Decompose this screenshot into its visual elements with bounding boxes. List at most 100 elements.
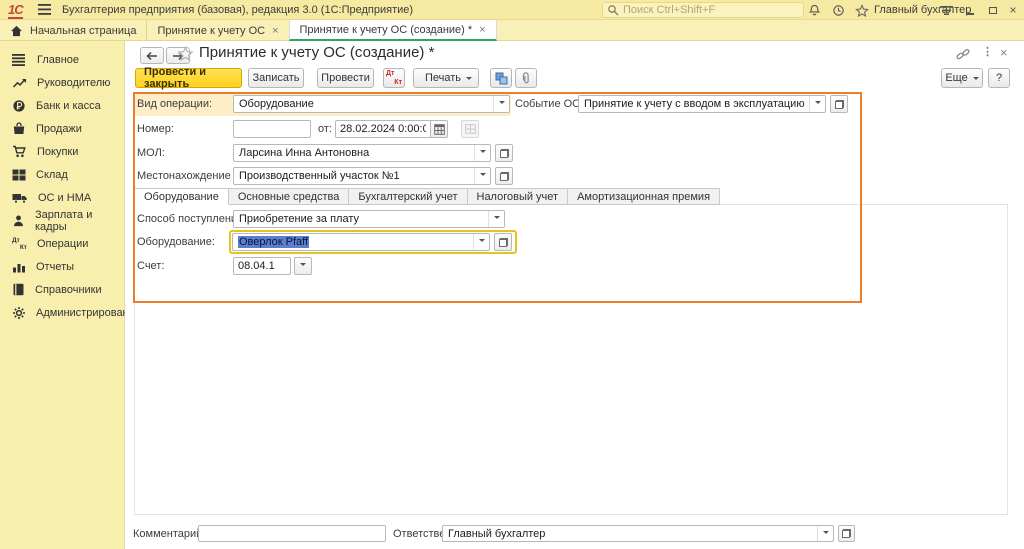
mol-open-button[interactable] (495, 144, 513, 162)
back-button[interactable] (140, 47, 164, 64)
more-menu-dots-icon[interactable]: ⋮ (982, 45, 993, 58)
sidebar-item-sales[interactable]: Продажи (0, 117, 124, 140)
sidebar-item-reports[interactable]: Отчеты (0, 255, 124, 278)
sidebar-label: Справочники (35, 284, 102, 296)
tab-home-label: Начальная страница (30, 25, 136, 37)
sidebar-item-bank-cash[interactable]: Банк и касса (0, 94, 124, 117)
search-input[interactable] (623, 4, 783, 16)
global-search[interactable] (602, 2, 804, 18)
close-form-icon[interactable]: × (1000, 45, 1008, 60)
tab-equipment[interactable]: Оборудование (134, 188, 229, 205)
trend-chart-icon (12, 76, 27, 89)
sidebar-item-directories[interactable]: Справочники (0, 278, 124, 301)
location-open-button[interactable] (495, 167, 513, 185)
bar-chart-icon (12, 261, 26, 273)
window-tabbar: Начальная страница Принятие к учету ОС ×… (0, 20, 1024, 41)
sidebar-item-fixed-assets[interactable]: ОС и НМА (0, 186, 124, 209)
sidebar-item-operations[interactable]: ДтКт Операции (0, 232, 124, 255)
sidebar-item-main[interactable]: Главное (0, 48, 124, 71)
show-postings-button[interactable]: ДтКт (383, 68, 405, 88)
number-label: Номер: (137, 123, 174, 135)
chevron-down-icon[interactable] (817, 526, 833, 541)
get-link-icon[interactable] (956, 48, 970, 61)
tab-accounting[interactable]: Бухгалтерский учет (349, 188, 467, 205)
more-button[interactable]: Еще (941, 68, 983, 88)
restore-button[interactable] (985, 2, 1001, 18)
print-button[interactable]: Печать (413, 68, 479, 88)
chevron-down-icon[interactable] (473, 234, 489, 250)
service-menu-icon[interactable] (938, 2, 955, 19)
equipment-label: Оборудование: (137, 236, 215, 248)
person-icon (12, 214, 25, 227)
tab-fixed-assets[interactable]: Основные средства (229, 188, 350, 205)
tab-tax[interactable]: Налоговый учет (468, 188, 569, 205)
sidebar-label: Зарплата и кадры (35, 209, 124, 233)
history-icon[interactable] (830, 2, 847, 19)
operation-kind-label: Вид операции: (137, 98, 212, 110)
current-user[interactable]: Главный бухгалтер (874, 4, 971, 16)
open-icon (500, 172, 509, 181)
operation-kind-select[interactable]: Оборудование (233, 95, 510, 113)
os-event-open-button[interactable] (830, 95, 848, 113)
equipment-field-focus: Оверлок Pfaff (229, 230, 517, 254)
open-icon (500, 149, 509, 158)
sidebar-label: Руководителю (37, 77, 110, 89)
dt-kt-icon: ДтКт (12, 237, 27, 251)
chevron-down-icon (300, 263, 306, 269)
document-form: Принятие к учету ОС (создание) * ⋮ × Про… (125, 41, 1024, 549)
document-structure-button[interactable] (490, 68, 512, 88)
chevron-down-icon[interactable] (493, 96, 509, 112)
equipment-select[interactable]: Оверлок Pfaff (232, 233, 490, 251)
date-input[interactable] (335, 120, 431, 138)
main-menu-icon[interactable] (38, 4, 51, 15)
account-input[interactable] (233, 257, 291, 275)
sidebar-item-administration[interactable]: Администрирование (0, 301, 124, 324)
chevron-down-icon[interactable] (474, 145, 490, 161)
chevron-down-icon (466, 77, 472, 83)
sidebar-item-purchases[interactable]: Покупки (0, 140, 124, 163)
location-value: Производственный участок №1 (234, 168, 474, 184)
sidebar-item-payroll-hr[interactable]: Зарплата и кадры (0, 209, 124, 232)
location-select[interactable]: Производственный участок №1 (233, 167, 491, 185)
responsible-open-button[interactable] (838, 525, 855, 542)
tab-home[interactable]: Начальная страница (0, 20, 146, 41)
date-calendar-button[interactable] (430, 120, 448, 138)
tab-doc-new[interactable]: Принятие к учету ОС (создание) * × (289, 20, 497, 41)
mol-label: МОЛ: (137, 147, 165, 159)
close-window-button[interactable]: × (1005, 2, 1021, 18)
briefcase-icon (12, 122, 26, 135)
comment-input[interactable] (198, 525, 386, 542)
os-event-select[interactable]: Принятие к учету с вводом в эксплуатацию (578, 95, 826, 113)
chevron-down-icon[interactable] (809, 96, 825, 112)
sidebar-item-warehouse[interactable]: Склад (0, 163, 124, 186)
chevron-down-icon[interactable] (488, 211, 504, 227)
mol-select[interactable]: Ларсина Инна Антоновна (233, 144, 491, 162)
window-titlebar: 1С Бухгалтерия предприятия (базовая), ре… (0, 0, 1024, 20)
post-button[interactable]: Провести (317, 68, 374, 88)
favorites-star-icon[interactable] (853, 2, 870, 19)
post-and-close-button[interactable]: Провести и закрыть (135, 68, 242, 88)
write-button[interactable]: Записать (248, 68, 304, 88)
table-icon (465, 124, 476, 134)
chevron-down-icon[interactable] (474, 168, 490, 184)
more-label: Еще (945, 72, 967, 84)
attachments-button[interactable] (515, 68, 537, 88)
responsible-select[interactable]: Главный бухгалтер (442, 525, 834, 542)
acquisition-select[interactable]: Приобретение за плату (233, 210, 505, 228)
sidebar-item-manager[interactable]: Руководителю (0, 71, 124, 94)
paperclip-icon (521, 72, 531, 85)
minimize-button[interactable] (962, 2, 978, 18)
search-icon (607, 4, 619, 16)
tab-doc-list[interactable]: Принятие к учету ОС × (146, 20, 288, 41)
account-select-button[interactable] (294, 257, 312, 275)
notifications-bell-icon[interactable] (806, 2, 823, 19)
help-button[interactable]: ? (988, 68, 1010, 88)
number-input[interactable] (233, 120, 311, 138)
equipment-open-button[interactable] (494, 233, 512, 251)
boxes-icon (12, 169, 26, 181)
tab-close-icon[interactable]: × (479, 24, 485, 36)
favorite-star-icon[interactable] (177, 46, 194, 62)
truck-icon (12, 192, 28, 204)
tab-close-icon[interactable]: × (272, 25, 278, 37)
tab-depreciation-bonus[interactable]: Амортизационная премия (568, 188, 720, 205)
